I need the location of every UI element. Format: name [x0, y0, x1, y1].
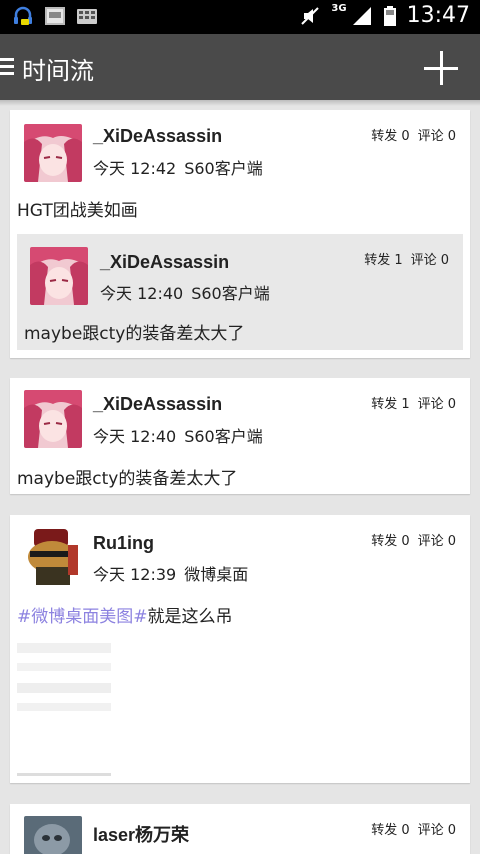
post-source: S60客户端: [191, 284, 270, 303]
menu-icon[interactable]: [0, 58, 14, 76]
page-title[interactable]: 时间流: [22, 51, 94, 86]
post-text-content: 就是这么吊: [147, 607, 233, 627]
post-card[interactable]: Ru1ing 今天 12:39 微博桌面 转发 0 评论 0 #微博桌面美图#就是这…: [10, 515, 470, 783]
post-card[interactable]: _XiDeAssassin 今天 12:40 S60客户端 转发 1 评论 0 ma…: [10, 378, 470, 494]
avatar[interactable]: [30, 247, 88, 305]
post-card[interactable]: laser杨万荣 转发 0 评论 0: [10, 804, 470, 854]
avatar[interactable]: [24, 390, 82, 448]
post-time: 今天 12:39: [93, 565, 177, 584]
post-image-thumbnail[interactable]: [17, 637, 111, 777]
post-meta: 今天 12:40 S60客户端: [93, 423, 263, 447]
battery-icon: [383, 5, 396, 26]
post-text: HGT团战美如画: [17, 201, 138, 221]
post-counts: 转发 0 评论 0: [371, 530, 456, 549]
image-notification-icon: [45, 7, 65, 25]
post-time: 今天 12:42: [93, 159, 177, 178]
username[interactable]: Ru1ing: [93, 533, 154, 554]
keyboard-notification-icon: [77, 9, 97, 24]
post-time: 今天 12:40: [93, 427, 177, 446]
post-source: S60客户端: [184, 427, 263, 446]
comment-count[interactable]: 评论 0: [418, 823, 456, 838]
hashtag-link[interactable]: #微博桌面美图#: [17, 607, 148, 627]
post-meta: 今天 12:40 S60客户端: [100, 280, 270, 304]
username[interactable]: _XiDeAssassin: [93, 126, 222, 147]
clock: 13:47: [406, 3, 470, 28]
username[interactable]: _XiDeAssassin: [100, 252, 229, 273]
post-counts: 转发 1 评论 0: [364, 249, 449, 268]
post-meta: 今天 12:42 S60客户端: [93, 155, 263, 179]
comment-count[interactable]: 评论 0: [418, 129, 456, 144]
repost-count[interactable]: 转发 0: [371, 534, 409, 549]
post-counts: 转发 1 评论 0: [371, 393, 456, 412]
post-text: maybe跟cty的装备差太大了: [24, 324, 245, 344]
avatar[interactable]: [24, 816, 82, 854]
repost-count[interactable]: 转发 0: [371, 823, 409, 838]
post-meta: 今天 12:39 微博桌面: [93, 561, 248, 585]
avatar[interactable]: [24, 527, 82, 585]
repost-count[interactable]: 转发 1: [364, 253, 402, 268]
post-text: maybe跟cty的装备差太大了: [17, 469, 238, 489]
username[interactable]: _XiDeAssassin: [93, 394, 222, 415]
post-source: S60客户端: [184, 159, 263, 178]
quoted-post[interactable]: _XiDeAssassin 今天 12:40 S60客户端 转发 1 评论 0 ma…: [17, 234, 463, 350]
post-source: 微博桌面: [184, 565, 249, 584]
post-text: #微博桌面美图#就是这么吊: [17, 602, 233, 627]
post-card[interactable]: _XiDeAssassin 今天 12:42 S60客户端 转发 0 评论 0 HG…: [10, 110, 470, 358]
signal-icon: [352, 6, 371, 25]
comment-count[interactable]: 评论 0: [418, 534, 456, 549]
repost-count[interactable]: 转发 1: [371, 397, 409, 412]
status-bar: 3G 13:47: [0, 0, 480, 34]
post-time: 今天 12:40: [100, 284, 184, 303]
action-bar-shadow: [0, 100, 480, 106]
comment-count[interactable]: 评论 0: [418, 397, 456, 412]
mute-icon: [301, 6, 320, 25]
compose-plus-icon[interactable]: [424, 51, 458, 85]
action-bar: 时间流: [0, 34, 480, 100]
username[interactable]: laser杨万荣: [93, 821, 189, 847]
repost-count[interactable]: 转发 0: [371, 129, 409, 144]
avatar[interactable]: [24, 124, 82, 182]
comment-count[interactable]: 评论 0: [411, 253, 449, 268]
network-type-label: 3G: [331, 3, 347, 14]
post-counts: 转发 0 评论 0: [371, 819, 456, 838]
headset-notification-icon: [14, 6, 32, 25]
post-counts: 转发 0 评论 0: [371, 125, 456, 144]
